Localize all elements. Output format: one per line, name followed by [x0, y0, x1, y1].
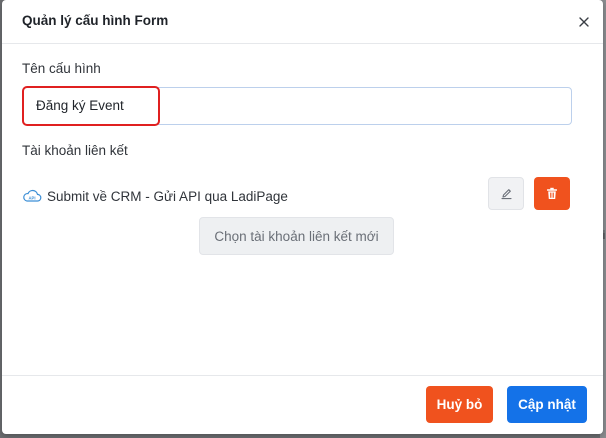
svg-text:API: API: [29, 196, 36, 201]
choose-new-account-button[interactable]: Chọn tài khoản liên kết mới: [199, 217, 394, 255]
trash-icon: [547, 187, 557, 199]
modal-header: Quản lý cấu hình Form: [2, 0, 603, 44]
update-button[interactable]: Cập nhật: [507, 386, 587, 423]
modal-title: Quản lý cấu hình Form: [22, 13, 169, 28]
config-name-input[interactable]: Đăng ký Event: [22, 87, 572, 125]
delete-account-button[interactable]: [534, 177, 570, 210]
close-button[interactable]: [575, 13, 593, 31]
cancel-button[interactable]: Huỷ bỏ: [426, 386, 493, 423]
config-name-label: Tên cấu hình: [22, 61, 101, 76]
pencil-icon: [500, 189, 512, 200]
form-config-modal: Quản lý cấu hình Form Tên cấu hình Đăng …: [2, 0, 603, 434]
linked-account-label: Tài khoản liên kết: [22, 143, 128, 158]
linked-account-name: Submit về CRM - Gửi API qua LadiPage: [47, 188, 288, 204]
config-name-value: Đăng ký Event: [36, 98, 124, 113]
edit-account-button[interactable]: [488, 177, 524, 210]
close-icon: [579, 17, 589, 27]
cloud-api-icon: API: [23, 189, 42, 202]
linked-account-row: API Submit về CRM - Gửi API qua LadiPage: [22, 186, 288, 206]
